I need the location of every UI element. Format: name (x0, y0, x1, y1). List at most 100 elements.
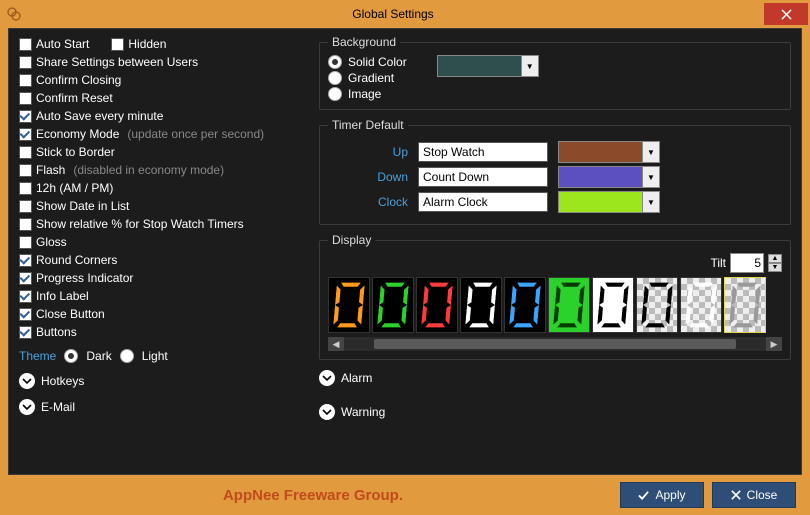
display-preset-8[interactable] (680, 277, 722, 333)
display-preset-0[interactable] (328, 277, 370, 333)
checkbox-info-label[interactable] (19, 290, 32, 303)
display-presets (328, 277, 782, 335)
display-preset-6[interactable] (592, 277, 634, 333)
radio-bg-image[interactable] (328, 87, 342, 101)
app-icon (6, 6, 22, 22)
timer-down-input[interactable] (418, 167, 548, 187)
display-preset-2[interactable] (416, 277, 458, 333)
group-background-title: Background (328, 35, 400, 49)
expander-warning[interactable]: Warning (319, 404, 791, 420)
note-flash: (disabled in economy mode) (73, 163, 224, 177)
timer-clock-color-picker[interactable]: ▼ (558, 191, 660, 213)
checkbox-flash[interactable] (19, 164, 32, 177)
label-theme-dark: Dark (86, 349, 111, 363)
label-auto-save: Auto Save every minute (36, 109, 163, 123)
display-preset-3[interactable] (460, 277, 502, 333)
group-timer-default: Timer Default Up ▼ Down ▼ Clock ▼ (319, 118, 791, 225)
radio-bg-gradient[interactable] (328, 71, 342, 85)
label-12h: 12h (AM / PM) (36, 181, 113, 195)
expander-alarm[interactable]: Alarm (319, 370, 791, 386)
global-settings-window: Global Settings Auto Start Hidden Share … (0, 0, 810, 515)
radio-theme-light[interactable] (120, 349, 134, 363)
scroll-right-icon: ▶ (766, 337, 782, 351)
group-background: Background Solid Color Gradient Image ▼ (319, 35, 791, 110)
radio-theme-dark[interactable] (64, 349, 78, 363)
dropdown-icon: ▼ (521, 56, 538, 76)
checkbox-share-settings[interactable] (19, 56, 32, 69)
label-buttons: Buttons (36, 325, 77, 339)
dropdown-icon: ▼ (642, 142, 659, 162)
left-column: Auto Start Hidden Share Settings between… (19, 35, 309, 468)
checkbox-progress[interactable] (19, 272, 32, 285)
expander-email[interactable]: E-Mail (19, 399, 309, 415)
label-hidden: Hidden (128, 37, 166, 51)
close-icon (731, 490, 741, 500)
label-stick-border: Stick to Border (36, 145, 115, 159)
checkbox-confirm-reset[interactable] (19, 92, 32, 105)
group-display-title: Display (328, 233, 375, 247)
label-bg-image: Image (348, 87, 381, 101)
checkbox-confirm-closing[interactable] (19, 74, 32, 87)
titlebar: Global Settings (0, 0, 810, 28)
bg-color-picker[interactable]: ▼ (437, 55, 539, 77)
tilt-label: Tilt (710, 256, 726, 270)
spinner-down-icon: ▼ (768, 263, 782, 272)
checkbox-auto-start[interactable] (19, 38, 32, 51)
checkbox-close-button[interactable] (19, 308, 32, 321)
display-preset-5[interactable] (548, 277, 590, 333)
scroll-left-icon: ◀ (328, 337, 344, 351)
display-preset-9[interactable] (724, 277, 766, 333)
tilt-spinner[interactable]: ▲▼ (768, 254, 782, 272)
timer-up-color-picker[interactable]: ▼ (558, 141, 660, 163)
expander-alarm-label: Alarm (341, 371, 372, 385)
display-preset-7[interactable] (636, 277, 678, 333)
checkbox-stick-border[interactable] (19, 146, 32, 159)
expander-hotkeys[interactable]: Hotkeys (19, 373, 309, 389)
label-share-settings: Share Settings between Users (36, 55, 198, 69)
chevron-down-icon (319, 370, 335, 386)
label-economy-mode: Economy Mode (36, 127, 119, 141)
label-confirm-closing: Confirm Closing (36, 73, 121, 87)
right-column: Background Solid Color Gradient Image ▼ … (319, 35, 791, 468)
check-icon (638, 490, 649, 501)
display-preset-1[interactable] (372, 277, 414, 333)
dropdown-icon: ▼ (642, 192, 659, 212)
checkbox-economy-mode[interactable] (19, 128, 32, 141)
apply-button-label: Apply (655, 488, 685, 502)
timer-clock-input[interactable] (418, 192, 548, 212)
label-bg-solid: Solid Color (348, 55, 407, 69)
checkbox-show-relative[interactable] (19, 218, 32, 231)
chevron-down-icon (319, 404, 335, 420)
chevron-down-icon (19, 399, 35, 415)
label-round-corners: Round Corners (36, 253, 117, 267)
checkbox-buttons[interactable] (19, 326, 32, 339)
close-button-label: Close (747, 488, 778, 502)
tilt-input[interactable] (730, 253, 764, 273)
timer-up-input[interactable] (418, 142, 548, 162)
timer-clock-label: Clock (368, 195, 408, 209)
window-close-button[interactable] (764, 3, 808, 25)
checkbox-hidden[interactable] (111, 38, 124, 51)
expander-hotkeys-label: Hotkeys (41, 374, 84, 388)
group-timer-title: Timer Default (328, 118, 408, 132)
checkbox-round-corners[interactable] (19, 254, 32, 267)
checkbox-gloss[interactable] (19, 236, 32, 249)
display-scrollbar[interactable]: ◀ ▶ (328, 337, 782, 351)
close-button[interactable]: Close (712, 482, 796, 508)
display-preset-4[interactable] (504, 277, 546, 333)
label-flash: Flash (36, 163, 65, 177)
note-economy-mode: (update once per second) (127, 127, 264, 141)
timer-down-color-picker[interactable]: ▼ (558, 166, 660, 188)
label-confirm-reset: Confirm Reset (36, 91, 113, 105)
checkbox-auto-save[interactable] (19, 110, 32, 123)
radio-bg-solid[interactable] (328, 55, 342, 69)
footer: AppNee Freeware Group. Apply Close (0, 475, 810, 515)
dropdown-icon: ▼ (642, 167, 659, 187)
checkbox-12h[interactable] (19, 182, 32, 195)
label-info-label: Info Label (36, 289, 89, 303)
apply-button[interactable]: Apply (620, 482, 704, 508)
label-bg-gradient: Gradient (348, 71, 394, 85)
checkbox-show-date[interactable] (19, 200, 32, 213)
label-theme-light: Light (142, 349, 168, 363)
label-show-relative: Show relative % for Stop Watch Timers (36, 217, 244, 231)
